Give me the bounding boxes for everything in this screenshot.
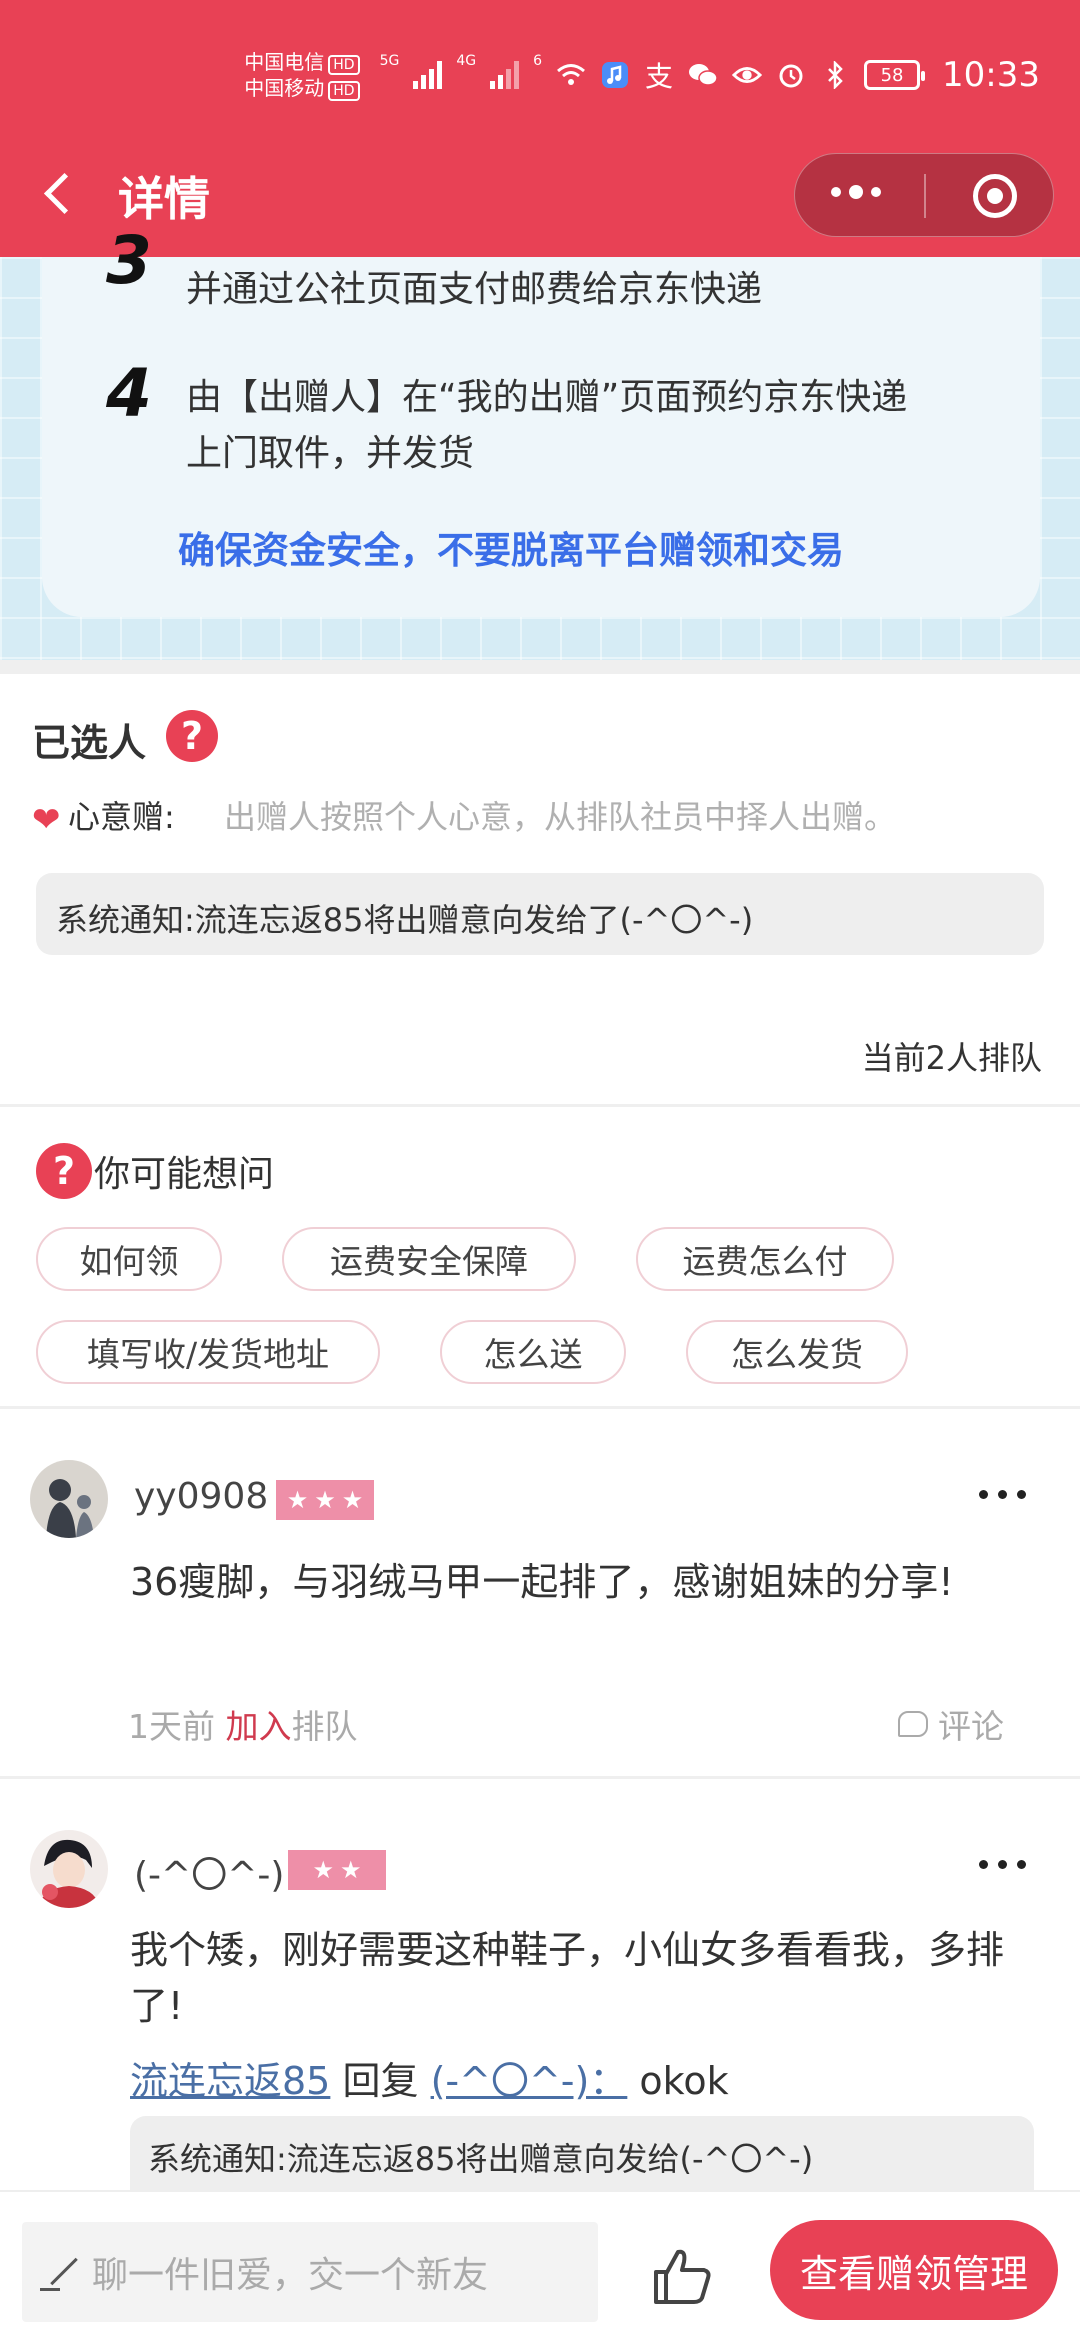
reply-author-link[interactable]: 流连忘返85	[130, 2059, 330, 2103]
step-3-text: 并通过公社页面支付邮费给京东快递	[186, 269, 763, 310]
faq-tag-shipping-payment[interactable]: 运费怎么付	[636, 1227, 894, 1291]
pen-icon	[22, 2222, 92, 2322]
bottom-bar: 聊一件旧爱，交一个新友 查看赠领管理	[0, 2190, 1080, 2340]
battery-icon: 58	[864, 60, 926, 90]
post-text: 我个矮，刚好需要这种鞋子，小仙女多看看我，多排了!	[130, 1928, 1005, 2028]
faq-tag-how-to-ship[interactable]: 怎么发货	[686, 1320, 908, 1384]
comment-input[interactable]: 聊一件旧爱，交一个新友	[22, 2222, 598, 2322]
avatar[interactable]	[30, 1830, 108, 1908]
reply-word: 回复	[342, 2059, 419, 2103]
post-time: 1天前	[128, 1707, 215, 1746]
hd-badge: HD	[328, 81, 360, 101]
nav-bar: 详情	[0, 145, 1080, 245]
post-meta: 1天前 加入排队	[128, 1700, 358, 1748]
more-icon[interactable]	[979, 1860, 1026, 1869]
thumbs-up-icon[interactable]	[650, 2244, 714, 2308]
reply-text: okok	[639, 2059, 729, 2103]
page-title: 详情	[118, 172, 210, 226]
reply-target-link[interactable]: (-^〇^-)：	[431, 2059, 628, 2103]
safety-notice: 确保资金安全，不要脱离平台赠领和交易	[178, 529, 844, 572]
step-number-3: 3	[106, 222, 152, 299]
top-bar: 中国电信 HD 中国移动 HD 5G 4G 6 支 58 10:33 详情	[0, 0, 1080, 257]
alipay-icon: 支	[645, 60, 674, 93]
back-arrow-icon[interactable]	[40, 167, 80, 223]
network-4g-label: 4G	[456, 53, 477, 69]
username[interactable]: yy0908	[134, 1476, 268, 1517]
view-gift-management-button[interactable]: 查看赠领管理	[770, 2220, 1058, 2320]
capsule-divider	[924, 174, 926, 218]
more-menu-icon[interactable]	[831, 185, 881, 199]
step-4-text-line2: 上门取件，并发货	[186, 433, 475, 474]
faq-title: 你可能想问	[94, 1154, 275, 1195]
comment-placeholder: 聊一件旧爱，交一个新友	[92, 2255, 489, 2296]
divider	[0, 1406, 1080, 1409]
reply-line: 流连忘返85 回复 (-^〇^-)： okok	[130, 2050, 729, 2105]
carrier-info: 中国电信 HD 中国移动 HD	[244, 49, 360, 101]
level-badge: ★★★	[276, 1480, 374, 1520]
section-divider	[0, 660, 1080, 674]
heart-icon: ❤	[32, 800, 61, 840]
signal-icon	[413, 61, 443, 89]
step-4-text-line1: 由【出赠人】在“我的出赠”页面预约京东快递	[186, 377, 908, 418]
faq-tag-address[interactable]: 填写收/发货地址	[36, 1320, 380, 1384]
gift-mode-description: 出赠人按照个人心意，从排队社员中择人出赠。	[224, 798, 897, 836]
step-number-4: 4	[106, 355, 152, 432]
hd-badge: HD	[328, 55, 360, 75]
eye-icon	[732, 60, 763, 90]
queue-count: 当前2人排队	[861, 1039, 1042, 1077]
wifi-icon	[556, 60, 586, 90]
network-5g-label: 5G	[379, 53, 400, 69]
avatar[interactable]	[30, 1460, 108, 1538]
alarm-icon	[776, 60, 806, 90]
carrier-1: 中国电信	[244, 50, 325, 74]
status-bar: 中国电信 HD 中国移动 HD 5G 4G 6 支 58 10:33	[244, 45, 1040, 105]
more-icon[interactable]	[979, 1490, 1026, 1499]
faq-tag-shipping-safety[interactable]: 运费安全保障	[282, 1227, 576, 1291]
comment-label: 评论	[938, 1707, 1004, 1746]
help-icon[interactable]: ?	[166, 710, 218, 762]
faq-question-icon: ?	[36, 1143, 92, 1199]
post-text: 36瘦脚，与羽绒马甲一起排了，感谢姐妹的分享!	[130, 1560, 954, 1604]
miniprogram-capsule	[794, 153, 1054, 237]
divider	[0, 1104, 1080, 1107]
join-queue-link[interactable]: 加入	[226, 1707, 292, 1746]
comment-icon	[898, 1711, 928, 1737]
signal-icon	[490, 61, 520, 89]
faq-tag-how-to-give[interactable]: 怎么送	[440, 1320, 626, 1384]
wifi-gen-label: 6	[533, 53, 543, 69]
faq-tag-how-to-claim[interactable]: 如何领	[36, 1227, 222, 1291]
username[interactable]: (-^〇^-)	[134, 1846, 284, 1898]
queue-word: 排队	[291, 1707, 358, 1746]
comment-button[interactable]: 评论	[898, 1700, 1004, 1748]
divider	[0, 1776, 1080, 1779]
selected-title: 已选人	[32, 721, 147, 765]
clock: 10:33	[942, 55, 1040, 95]
bluetooth-icon	[820, 60, 850, 90]
level-badge: ★★	[288, 1850, 386, 1890]
close-miniprogram-icon[interactable]	[973, 174, 1017, 218]
gift-mode-label: 心意赠:	[68, 798, 175, 836]
music-app-icon	[600, 60, 630, 90]
system-notice: 系统通知:流连忘返85将出赠意向发给了(-^〇^-)	[36, 873, 1044, 955]
wechat-icon	[688, 60, 718, 90]
carrier-2: 中国移动	[244, 76, 325, 100]
system-notice: 系统通知:流连忘返85将出赠意向发给(-^〇^-)	[130, 2116, 1034, 2196]
